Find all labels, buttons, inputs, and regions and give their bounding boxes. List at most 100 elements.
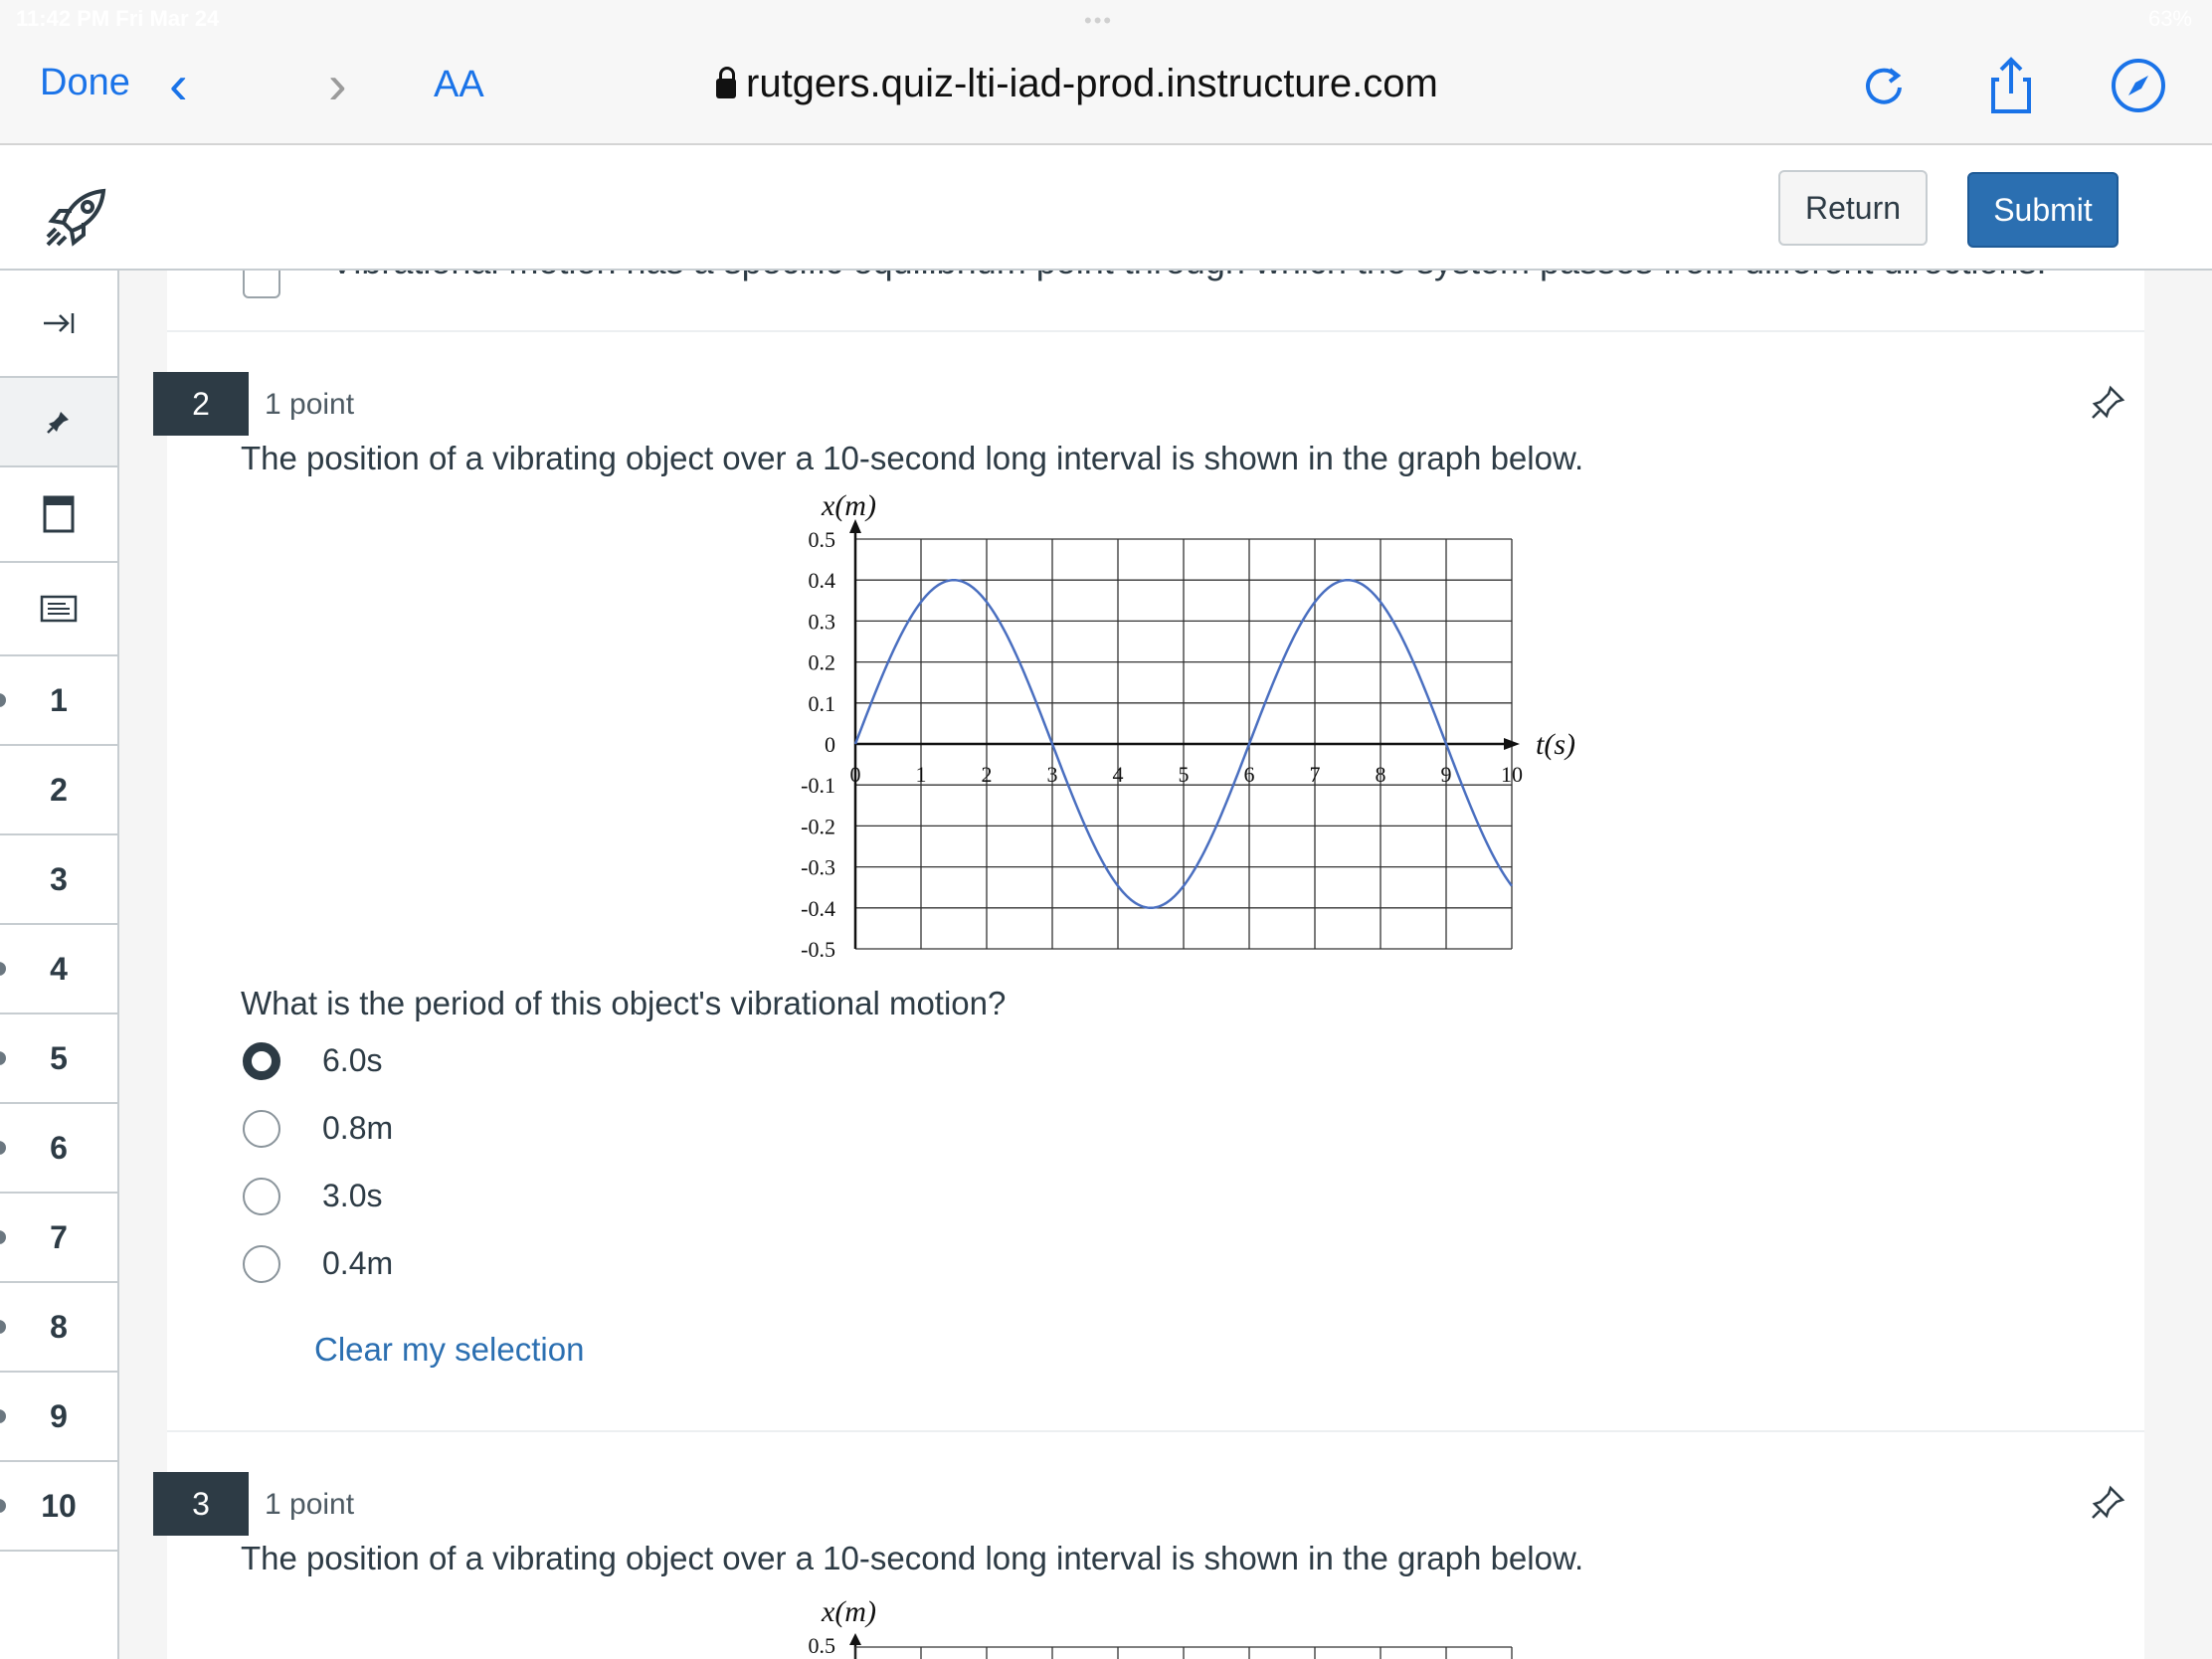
y-tick-label: -0.2 <box>801 814 835 838</box>
question-text: What is the period of this object's vibr… <box>241 985 1007 1021</box>
browser-toolbar: Done ‹ › AA rutgers.quiz-lti-iad-prod.in… <box>0 40 2212 145</box>
radio-button[interactable] <box>243 1110 280 1148</box>
expand-rail-button[interactable] <box>0 271 117 378</box>
answer-option[interactable]: 0.4m <box>243 1241 839 1291</box>
answered-indicator <box>0 1320 6 1334</box>
answer-option-label: 0.8m <box>322 1110 394 1146</box>
x-tick-label: 3 <box>1047 762 1058 787</box>
y-tick-label: 0 <box>825 732 835 757</box>
forward-arrow-icon[interactable]: › <box>328 52 347 116</box>
question-points: 1 point <box>265 388 355 421</box>
y-tick-label: 0.2 <box>809 650 836 675</box>
x-tick-label: 8 <box>1376 762 1386 787</box>
pinned-questions-button[interactable] <box>0 378 117 467</box>
radio-button[interactable] <box>243 1245 280 1283</box>
x-tick-label: 0 <box>850 762 861 787</box>
multitask-dots[interactable]: ••• <box>1084 8 1113 34</box>
submit-button[interactable]: Submit <box>1967 172 2119 248</box>
rail-question-7[interactable]: 7 <box>0 1194 117 1283</box>
collapse-arrow-icon <box>44 313 75 333</box>
url-text: rutgers.quiz-lti-iad-prod.instructure.co… <box>746 62 1438 105</box>
answer-option[interactable]: 6.0s <box>243 1038 839 1088</box>
question-prompt: The position of a vibrating object over … <box>241 440 1584 476</box>
answered-indicator <box>0 1409 6 1423</box>
answer-option-label: 0.4m <box>322 1245 394 1281</box>
question-number-badge: 3 <box>153 1472 249 1536</box>
reload-icon[interactable] <box>1854 56 1914 115</box>
answer-option[interactable]: 3.0s <box>243 1174 839 1223</box>
y-tick-label: 0.5 <box>809 1633 836 1658</box>
question-nav-rail: 1 2 3 4 5 6 7 8 9 10 <box>0 271 119 1659</box>
x-tick-label: 1 <box>916 762 927 787</box>
x-tick-label: 5 <box>1179 762 1190 787</box>
y-axis-label: x(m) <box>821 1595 876 1628</box>
rail-question-8[interactable]: 8 <box>0 1283 117 1373</box>
address-bar[interactable]: rutgers.quiz-lti-iad-prod.instructure.co… <box>716 62 1438 106</box>
position-time-graph: x(m) 0.5 0.4 0.3 0.2 0.1 0 -0.1 -0.2 -0.3 -0.4 -0.5… <box>801 489 1575 957</box>
calculator-button[interactable] <box>0 467 117 563</box>
answered-indicator <box>0 693 6 707</box>
clear-selection-link[interactable]: Clear my selection <box>314 1331 584 1369</box>
previous-question-tail: Vibrational motion has a specific equili… <box>167 271 2144 332</box>
share-icon[interactable] <box>1981 56 2041 115</box>
answered-indicator <box>0 1141 6 1155</box>
graph-area: x(m) 0.5 0.4 0.3 0.2 0.1 0 -0.1 -0.2 -0.3 -0.4 -0.5… <box>801 489 1575 957</box>
text-size-button[interactable]: AA <box>434 64 484 106</box>
rail-question-6[interactable]: 6 <box>0 1104 117 1194</box>
pin-question-icon[interactable] <box>2089 1482 2128 1522</box>
rail-question-5[interactable]: 5 <box>0 1014 117 1104</box>
answer-option[interactable]: 0.8m <box>243 1106 839 1156</box>
back-arrow-icon[interactable]: ‹ <box>169 52 188 116</box>
x-tick-label: 6 <box>1244 762 1255 787</box>
return-button[interactable]: Return <box>1778 170 1928 246</box>
notes-icon <box>40 595 78 623</box>
y-tick-label: -0.4 <box>801 896 835 921</box>
compass-icon[interactable] <box>2109 56 2168 115</box>
battery-level: 63% <box>2147 6 2192 31</box>
radio-button-selected[interactable] <box>243 1042 280 1080</box>
notes-button[interactable] <box>0 563 117 656</box>
quiz-header: Return Submit <box>0 145 2212 271</box>
x-tick-label: 9 <box>1441 762 1452 787</box>
answered-indicator <box>0 1051 6 1065</box>
y-tick-label: -0.5 <box>801 937 835 957</box>
x-tick-label: 4 <box>1113 762 1124 787</box>
y-axis-label: x(m) <box>821 489 876 522</box>
rail-question-1[interactable]: 1 <box>0 656 117 746</box>
rocket-icon <box>46 188 106 247</box>
lock-icon <box>716 67 736 98</box>
answer-option-label: 6.0s <box>322 1042 383 1078</box>
done-button[interactable]: Done <box>40 62 130 104</box>
question-divider <box>167 1430 2144 1432</box>
y-tick-label: 0.1 <box>809 691 836 716</box>
answer-option-label: 3.0s <box>322 1178 383 1213</box>
calculator-icon <box>43 495 75 533</box>
graph-area: x(m) 0.5 <box>809 1595 1513 1659</box>
radio-button[interactable] <box>243 1178 280 1215</box>
question-number-badge: 2 <box>153 372 249 436</box>
x-tick-label: 2 <box>982 762 993 787</box>
pin-question-icon[interactable] <box>2089 382 2128 422</box>
answer-checkbox[interactable] <box>243 271 280 298</box>
answered-indicator <box>0 962 6 976</box>
previous-option-text: Vibrational motion has a specific equili… <box>330 271 2047 282</box>
position-time-graph-preview: x(m) 0.5 <box>809 1595 1513 1659</box>
rail-question-9[interactable]: 9 <box>0 1373 117 1462</box>
rail-question-4[interactable]: 4 <box>0 925 117 1014</box>
x-axis-label: t(s) <box>1536 728 1575 761</box>
y-tick-label: -0.1 <box>801 773 835 798</box>
rail-question-2[interactable]: 2 <box>0 746 117 835</box>
answered-indicator <box>0 1230 6 1244</box>
y-axis-arrow <box>849 1633 861 1645</box>
question-prompt: The position of a vibrating object over … <box>241 1540 1584 1576</box>
x-tick-label: 10 <box>1501 762 1523 787</box>
y-tick-label: 0.5 <box>809 527 836 552</box>
y-tick-label: 0.4 <box>809 568 836 593</box>
pin-icon <box>47 412 69 434</box>
question-points: 1 point <box>265 1488 355 1521</box>
answered-indicator <box>0 1499 6 1513</box>
status-bar: 11:42 PM Fri Mar 24 ••• 63% <box>0 0 2212 40</box>
y-tick-label: 0.3 <box>809 609 836 634</box>
rail-question-10[interactable]: 10 <box>0 1462 117 1552</box>
rail-question-3[interactable]: 3 <box>0 835 117 925</box>
